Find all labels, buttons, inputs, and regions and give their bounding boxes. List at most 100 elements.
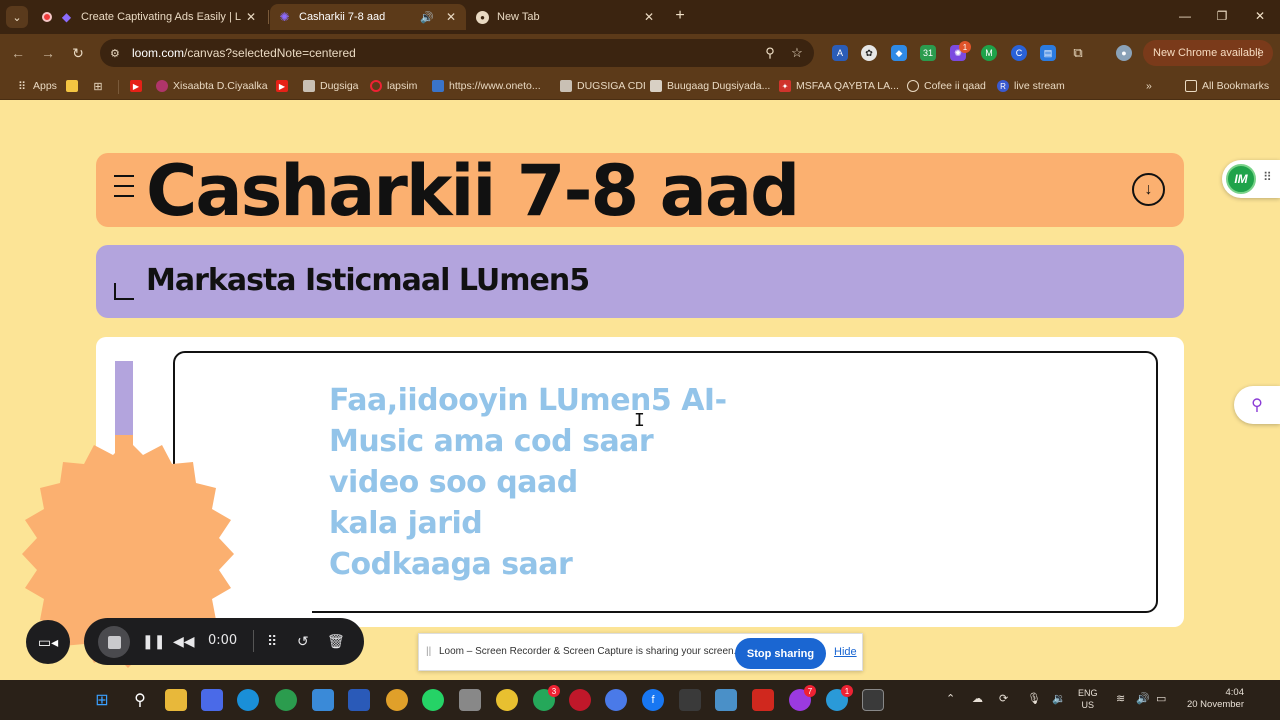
- download-arrow-icon[interactable]: ↓: [1132, 173, 1165, 206]
- rewind-icon[interactable]: ◀◀: [173, 632, 195, 650]
- chart-app-icon[interactable]: [715, 689, 737, 711]
- im-extension-icon[interactable]: M: [981, 45, 997, 61]
- stop-recording-button[interactable]: [98, 626, 130, 658]
- puzzle-app-icon[interactable]: [201, 689, 223, 711]
- pdf-app-icon[interactable]: [752, 689, 774, 711]
- diamond-extension-icon[interactable]: ◆: [891, 45, 907, 61]
- copilot-icon[interactable]: [605, 689, 627, 711]
- windows-start-icon[interactable]: ⊞: [91, 689, 113, 711]
- stop-sharing-button[interactable]: Stop sharing: [735, 638, 826, 669]
- speaker-icon[interactable]: 🔊: [1136, 692, 1150, 705]
- bookmark-buugaag[interactable]: Buugaag Dugsiyada...: [650, 78, 770, 94]
- system-clock[interactable]: 4:04 20 November: [1178, 687, 1244, 711]
- bookmark-live-stream[interactable]: Rlive stream: [997, 78, 1065, 94]
- bookmark-xisaabta[interactable]: Xisaabta D.Ciyaalka: [156, 78, 268, 94]
- note-text[interactable]: Faa,iidooyin LUmen5 AI- Music ama cod sa…: [329, 380, 727, 585]
- microphone-icon[interactable]: 🎙: [1027, 692, 1041, 705]
- record-app-icon[interactable]: [569, 689, 591, 711]
- sync-icon[interactable]: ⟳: [999, 692, 1008, 705]
- back-arrow-icon[interactable]: ←: [7, 42, 29, 64]
- snapchat-icon[interactable]: [496, 689, 518, 711]
- terminal-icon[interactable]: [862, 689, 884, 711]
- tray-chevron-icon[interactable]: ⌃: [946, 692, 955, 705]
- bookmarks-overflow-icon[interactable]: »: [1146, 78, 1152, 94]
- hide-link[interactable]: Hide: [834, 646, 857, 658]
- restart-icon[interactable]: ↺: [297, 632, 309, 650]
- reload-icon[interactable]: ↻: [67, 42, 89, 64]
- close-tab-icon[interactable]: ✕: [444, 10, 458, 24]
- zoom-magnifier-icon[interactable]: ⚲: [762, 45, 778, 61]
- bookmark-dugsiga[interactable]: Dugsiga: [303, 78, 359, 94]
- chrome-taskbar-icon[interactable]: [386, 689, 408, 711]
- camera-toggle-icon[interactable]: ▭◂: [26, 620, 70, 664]
- profile-avatar[interactable]: ●: [1116, 45, 1132, 61]
- tab-search-chevron-icon[interactable]: ⌄: [6, 6, 28, 28]
- tab-recording[interactable]: ◆ Create Captivating Ads Easily | L ✕: [34, 4, 266, 30]
- pause-icon[interactable]: ❚❚: [142, 632, 165, 650]
- edge-icon[interactable]: [237, 689, 259, 711]
- sidebar-extension-icon[interactable]: ▤: [1040, 45, 1056, 61]
- chat-app-icon[interactable]: [312, 689, 334, 711]
- menu-kebab-icon[interactable]: ⋮: [1253, 46, 1265, 60]
- tab-active-loom[interactable]: ✺ Casharkii 7-8 aad 🔊 ✕: [270, 4, 466, 30]
- bookmark-star-icon[interactable]: ☆: [789, 45, 805, 61]
- minimize-icon[interactable]: —: [1170, 6, 1200, 26]
- grip-dots-icon[interactable]: ⠿: [1263, 170, 1272, 184]
- tv-app-icon[interactable]: [679, 689, 701, 711]
- close-tab-icon[interactable]: ✕: [642, 10, 656, 24]
- messenger-icon[interactable]: 7: [789, 685, 816, 711]
- bookmark-youtube-2[interactable]: ▶: [276, 78, 293, 94]
- c-extension-icon[interactable]: C: [1011, 45, 1027, 61]
- bookmark-oneto[interactable]: https://www.oneto...: [432, 78, 541, 94]
- telegram-icon[interactable]: 1: [826, 685, 853, 711]
- new-chrome-available-button[interactable]: New Chrome available ⋮: [1143, 40, 1273, 66]
- url-text[interactable]: loom.com/canvas?selectedNote=centered: [132, 46, 356, 60]
- restore-icon[interactable]: ❐: [1207, 6, 1237, 26]
- drag-grip-icon[interactable]: ||: [426, 646, 431, 657]
- onedrive-icon[interactable]: ☁: [972, 692, 983, 705]
- whatsapp-business-icon[interactable]: 3: [533, 685, 560, 711]
- search-icon[interactable]: ⚲: [129, 689, 151, 711]
- globe-app-icon[interactable]: [275, 689, 297, 711]
- bookmark-youtube[interactable]: ▶: [130, 78, 147, 94]
- trash-icon[interactable]: 🗑: [327, 632, 345, 650]
- bookmark-grid[interactable]: ⊞: [92, 78, 109, 94]
- bookmark-dugsiga-cdi[interactable]: DUGSIGA CDI: [560, 78, 646, 94]
- bookmark-lapsim[interactable]: lapsim: [370, 78, 417, 94]
- site-settings-icon[interactable]: ⚙: [110, 47, 128, 60]
- address-bar[interactable]: ⚙ loom.com/canvas?selectedNote=centered: [100, 39, 814, 67]
- im-floating-widget[interactable]: IM ⠿: [1222, 160, 1280, 198]
- volume-tray-icon[interactable]: 🔉: [1052, 692, 1066, 705]
- forward-arrow-icon[interactable]: →: [37, 42, 59, 64]
- bookmark-cofee[interactable]: Cofee ii qaad: [907, 78, 986, 94]
- camera-app-icon[interactable]: [459, 689, 481, 711]
- audio-speaker-icon[interactable]: 🔊: [420, 11, 434, 24]
- calendar-extension-icon[interactable]: 31: [920, 45, 936, 61]
- store-icon[interactable]: [348, 689, 370, 711]
- bookmark-msfaa[interactable]: ✦ MSFAA QAYBTA LA...: [779, 78, 899, 94]
- facebook-icon[interactable]: f: [642, 689, 664, 711]
- title-card[interactable]: Casharkii 7-8 aad ↓: [96, 151, 1184, 231]
- subtitle-card[interactable]: Markasta Isticmaal LUmen5: [96, 245, 1184, 318]
- close-tab-icon[interactable]: ✕: [244, 10, 258, 24]
- extensions-puzzle-icon[interactable]: ⧉: [1070, 45, 1086, 61]
- battery-icon[interactable]: ▭: [1156, 692, 1166, 705]
- note-line: video soo qaad: [329, 465, 578, 500]
- tab-new-tab[interactable]: ● New Tab ✕: [468, 4, 664, 30]
- note-card[interactable]: Faa,iidooyin LUmen5 AI- Music ama cod sa…: [96, 337, 1184, 627]
- translate-extension-icon[interactable]: A: [832, 45, 848, 61]
- all-bookmarks-button[interactable]: All Bookmarks: [1185, 78, 1269, 94]
- drag-handle-icon[interactable]: [114, 175, 134, 205]
- wifi-icon[interactable]: ≋: [1116, 692, 1125, 705]
- whatsapp-icon[interactable]: [422, 689, 444, 711]
- bookmark-apps[interactable]: ⠿ Apps: [16, 78, 57, 94]
- location-pin-widget-icon[interactable]: ⚲: [1234, 386, 1280, 424]
- loom-extension-icon[interactable]: ✺ 1: [950, 41, 971, 61]
- bookmark-folder[interactable]: [66, 78, 83, 94]
- language-indicator[interactable]: ENG US: [1078, 687, 1098, 711]
- new-tab-plus-icon[interactable]: +: [670, 6, 690, 26]
- file-explorer-icon[interactable]: [165, 689, 187, 711]
- window-close-icon[interactable]: ✕: [1245, 6, 1275, 26]
- drawing-dots-icon[interactable]: ⠿: [267, 632, 277, 650]
- chatgpt-extension-icon[interactable]: ✿: [861, 45, 877, 61]
